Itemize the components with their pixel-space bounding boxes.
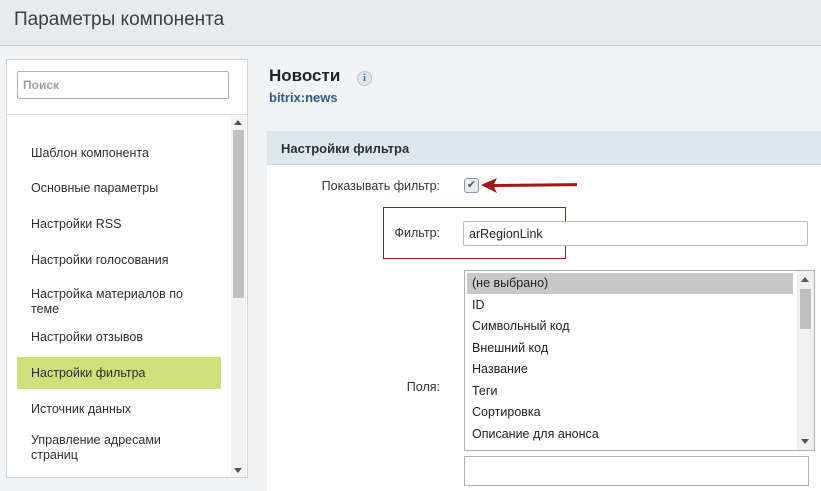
fields-label: Поля: — [406, 380, 440, 394]
info-icon[interactable]: i — [357, 71, 372, 86]
sidebar-item-label: Настройки RSS — [31, 216, 122, 231]
search-input[interactable] — [17, 71, 229, 99]
annotation-arrow-icon — [481, 178, 577, 193]
sidebar-item-label: Источник данных — [31, 401, 132, 416]
option-none[interactable]: (не выбрано) — [467, 273, 793, 294]
sidebar-item-label: Настройки голосования — [31, 252, 169, 267]
scroll-up-icon[interactable] — [801, 277, 809, 282]
option-tags[interactable]: Теги — [467, 381, 793, 402]
checkmark-icon: ✔ — [466, 179, 477, 191]
option-name[interactable]: Название — [467, 359, 793, 380]
component-id: bitrix:news — [269, 90, 338, 105]
fields-extra-input[interactable] — [464, 456, 809, 486]
sidebar-item-data-source[interactable]: Источник данных — [17, 393, 221, 425]
fields-scrollbar[interactable] — [797, 271, 814, 450]
sidebar-scrollbar[interactable] — [231, 116, 246, 477]
search-area — [7, 60, 247, 115]
show-filter-label: Показывать фильтр: — [321, 179, 440, 193]
sidebar-item-template[interactable]: Шаблон компонента — [17, 137, 221, 169]
settings-panel: Настройки фильтра Показывать фильтр: ✔ Ф… — [267, 131, 821, 491]
sidebar-item-filter[interactable]: Настройки фильтра — [17, 357, 221, 389]
sidebar-item-label: Настройки отзывов — [31, 329, 143, 344]
sidebar-item-url-management[interactable]: Управление адресами страниц — [17, 428, 221, 468]
option-sort[interactable]: Сортировка — [467, 402, 793, 423]
sidebar-item-related[interactable]: Настройка материалов по теме — [17, 283, 221, 321]
sidebar-item-reviews[interactable]: Настройки отзывов — [17, 321, 221, 353]
option-id[interactable]: ID — [467, 295, 793, 316]
sidebar-item-label: Настройки фильтра — [31, 365, 146, 380]
window-title: Параметры компонента — [14, 9, 225, 30]
arrow-shape — [481, 178, 577, 193]
section-header: Настройки фильтра — [267, 131, 821, 165]
section-title: Настройки фильтра — [281, 141, 410, 156]
sidebar-item-label: Шаблон компонента — [31, 145, 149, 160]
fields-multiselect[interactable]: (не выбрано) ID Символьный код Внешний к… — [464, 270, 815, 451]
option-code[interactable]: Символьный код — [467, 316, 793, 337]
component-name: Новости — [269, 66, 341, 85]
sidebar-item-voting[interactable]: Настройки голосования — [17, 244, 221, 276]
option-preview-text[interactable]: Описание для анонса — [467, 424, 793, 445]
scroll-down-icon[interactable] — [234, 468, 242, 473]
scroll-up-icon[interactable] — [234, 120, 242, 125]
sidebar-item-main-params[interactable]: Основные параметры — [17, 172, 221, 204]
sidebar-item-label: Настройка материалов по теме — [31, 287, 183, 316]
sidebar: Шаблон компонента Основные параметры Нас… — [6, 59, 248, 478]
scrollbar-thumb[interactable] — [800, 289, 811, 329]
sidebar-item-label: Основные параметры — [31, 180, 159, 195]
filter-label: Фильтр: — [394, 226, 440, 240]
scrollbar-thumb[interactable] — [233, 130, 244, 298]
sidebar-item-rss[interactable]: Настройки RSS — [17, 208, 221, 240]
scroll-down-icon[interactable] — [801, 439, 809, 444]
sidebar-item-label: Управление адресами страниц — [31, 433, 161, 462]
filter-input[interactable] — [463, 221, 808, 246]
titlebar: Параметры компонента — [0, 0, 821, 46]
option-external-code[interactable]: Внешний код — [467, 338, 793, 359]
